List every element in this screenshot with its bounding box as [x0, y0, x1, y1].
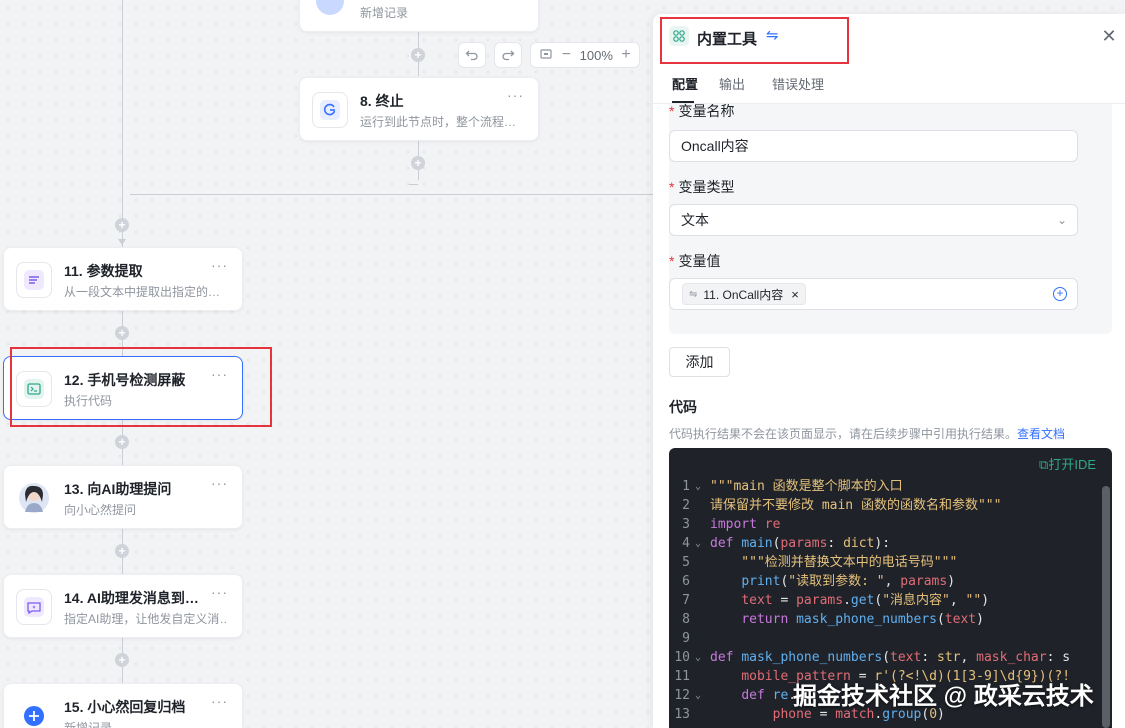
variable-card: * 变量名称 Oncall内容 * 变量类型 文本 ⌄ * 变量值 ⇋ 11. OnC…	[669, 103, 1112, 334]
node-title: 14. AI助理发消息到…	[64, 590, 199, 606]
open-ide-button[interactable]: ⧉打开IDE	[1039, 454, 1096, 473]
add-step-plus-icon[interactable]: +	[411, 156, 425, 170]
add-variable-button[interactable]: 添加	[669, 347, 730, 377]
node-title: 11. 参数提取	[64, 263, 143, 279]
connector-line	[122, 0, 123, 185]
code-section-note: 代码执行结果不会在该页面显示，请在后续步骤中引用执行结果。查看文档	[669, 427, 1066, 441]
var-value-input[interactable]: ⇋ 11. OnCall内容 × +	[669, 278, 1078, 310]
add-step-plus-icon[interactable]: +	[115, 544, 129, 558]
code-line: 10 ⌄ def mask_phone_numbers(text: str, mas…	[674, 650, 1071, 665]
remove-chip-icon[interactable]: ×	[791, 287, 799, 302]
var-name-label: * 变量名称	[669, 103, 735, 119]
code-line: 9	[682, 631, 690, 646]
code-line: 2 请保留并不要修改 main 函数的函数名和参数"""	[682, 498, 1002, 513]
add-step-plus-icon[interactable]: +	[115, 653, 129, 667]
code-line: 7 text = params.get("消息内容", "")	[682, 593, 990, 608]
zoom-in-icon[interactable]: +	[621, 46, 630, 64]
connector-line	[130, 194, 653, 195]
view-docs-link[interactable]: 查看文档	[1017, 427, 1065, 441]
workflow-node[interactable]: 8. 终止 运行到此节点时，整个流程… ···	[299, 77, 539, 141]
node-config-panel: 内置工具 ⇋ ✕ 配置 输出 错误处理 * 变量名称 Oncall内容 * 变量类型…	[653, 14, 1125, 728]
more-icon[interactable]: ···	[211, 584, 228, 600]
arrow-down-icon	[118, 239, 126, 245]
variable-chip[interactable]: ⇋ 11. OnCall内容 ×	[682, 283, 806, 305]
fit-view-icon[interactable]	[539, 47, 553, 64]
var-type-label: * 变量类型	[669, 179, 735, 195]
add-step-plus-icon[interactable]: +	[115, 435, 129, 449]
more-icon[interactable]: ···	[211, 257, 228, 273]
highlight-box	[10, 347, 272, 427]
node-description: 指定AI助理，让他发自定义消…	[64, 612, 226, 626]
highlight-box	[660, 17, 849, 64]
code-line: 3 import re	[682, 517, 781, 532]
node-description: 运行到此节点时，整个流程…	[360, 115, 517, 129]
watermark: 掘金技术社区 @ 政采云技术	[793, 683, 1094, 710]
add-step-plus-icon[interactable]: +	[411, 48, 425, 62]
avatar-icon	[16, 480, 52, 516]
tab-error-handling[interactable]: 错误处理	[772, 74, 824, 93]
var-value-label: * 变量值	[669, 253, 721, 269]
scrollbar[interactable]	[1102, 486, 1110, 728]
chevron-down-icon: ⌄	[1056, 213, 1067, 227]
node-title: 15. 小心然回复归档	[64, 699, 186, 715]
add-record-icon	[16, 698, 52, 728]
tab-output[interactable]: 输出	[719, 74, 745, 93]
code-line: 6 print("读取到参数: ", params)	[682, 574, 956, 589]
add-variable-icon[interactable]: +	[1053, 287, 1067, 301]
code-line: 8 return mask_phone_numbers(text)	[682, 612, 984, 627]
redo-button[interactable]	[494, 42, 522, 68]
node-description: 新增记录	[360, 6, 409, 20]
add-step-plus-icon[interactable]: +	[115, 326, 129, 340]
code-line: 4 ⌄ def main(params: dict):	[682, 536, 891, 551]
blue-circle-icon	[312, 0, 348, 19]
close-icon[interactable]: ✕	[1099, 26, 1119, 46]
variable-icon: ⇋	[689, 288, 698, 300]
more-icon[interactable]: ···	[211, 475, 228, 491]
code-line: 1 ⌄ """main 函数是整个脚本的入口	[682, 479, 903, 494]
code-section-title: 代码	[669, 399, 697, 415]
ide-icon: ⧉	[1039, 457, 1049, 472]
undo-button[interactable]	[458, 42, 486, 68]
workflow-node[interactable]: 新增记录	[299, 0, 539, 32]
workflow-node[interactable]: 11. 参数提取 从一段文本中提取出指定的… ···	[3, 247, 243, 311]
connector-line	[409, 184, 418, 185]
tab-config[interactable]: 配置	[672, 74, 698, 93]
workflow-node[interactable]: 14. AI助理发消息到… 指定AI助理，让他发自定义消… ···	[3, 574, 243, 638]
var-type-select[interactable]: 文本 ⌄	[669, 204, 1078, 236]
stop-refresh-icon	[312, 92, 348, 128]
zoom-control[interactable]: − 100% +	[530, 42, 640, 68]
more-icon[interactable]: ···	[211, 693, 228, 709]
node-title: 13. 向AI助理提问	[64, 481, 172, 497]
node-description: 从一段文本中提取出指定的…	[64, 285, 221, 299]
extract-lines-icon	[16, 262, 52, 298]
code-line: 5 """检测并替换文本中的电话号码"""	[682, 555, 958, 570]
add-step-plus-icon[interactable]: +	[115, 218, 129, 232]
more-icon[interactable]: ···	[507, 87, 524, 103]
node-description: 新增记录	[64, 721, 113, 728]
chat-sparkle-icon	[16, 589, 52, 625]
var-name-input[interactable]: Oncall内容	[669, 130, 1078, 162]
panel-tabs: 配置 输出 错误处理	[653, 72, 1125, 104]
node-description: 向小心然提问	[64, 503, 137, 517]
zoom-out-icon[interactable]: −	[562, 46, 571, 64]
chip-label: 11. OnCall内容	[703, 287, 784, 302]
var-type-value: 文本	[681, 212, 709, 228]
workflow-node[interactable]: 13. 向AI助理提问 向小心然提问 ···	[3, 465, 243, 529]
zoom-level: 100%	[579, 47, 613, 63]
workflow-node[interactable]: 15. 小心然回复归档 新增记录 ···	[3, 683, 243, 728]
node-title: 8. 终止	[360, 93, 404, 109]
